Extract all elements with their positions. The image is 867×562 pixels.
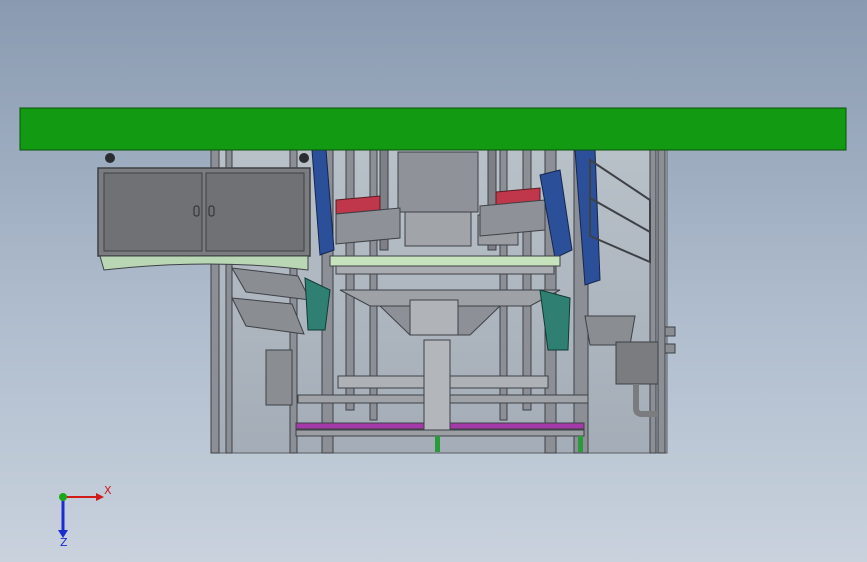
z-axis-label: Z [60,536,68,549]
connector [664,343,676,354]
control-cabinet [97,153,311,271]
base-plate [295,429,585,437]
roof-panel [19,107,847,151]
frame-post [345,149,355,411]
chute-right [479,199,546,237]
magazine-tray [584,315,636,346]
magazine-base [265,349,293,406]
y-axis-dot-icon [59,493,67,501]
x-axis-label: X [104,484,112,497]
table-plate [335,265,555,275]
frame-post [649,149,657,454]
junction-box [615,341,659,385]
connector [664,326,676,337]
foot [578,436,583,452]
table-actuator [409,299,459,336]
x-arrowhead-icon [96,493,104,501]
chute-left [335,207,401,245]
table-top [329,255,561,267]
cabinet-door-right [205,172,305,252]
cad-viewport[interactable] [0,0,867,562]
foot [435,436,440,452]
lifting-eye [299,153,309,163]
cabinet-door-left [103,172,203,252]
housing-box [397,151,479,213]
coordinate-triad: X Z [58,484,112,549]
center-column [423,339,451,431]
housing-lower [404,211,472,247]
lifting-eye [105,153,115,163]
frame-post [657,149,666,454]
